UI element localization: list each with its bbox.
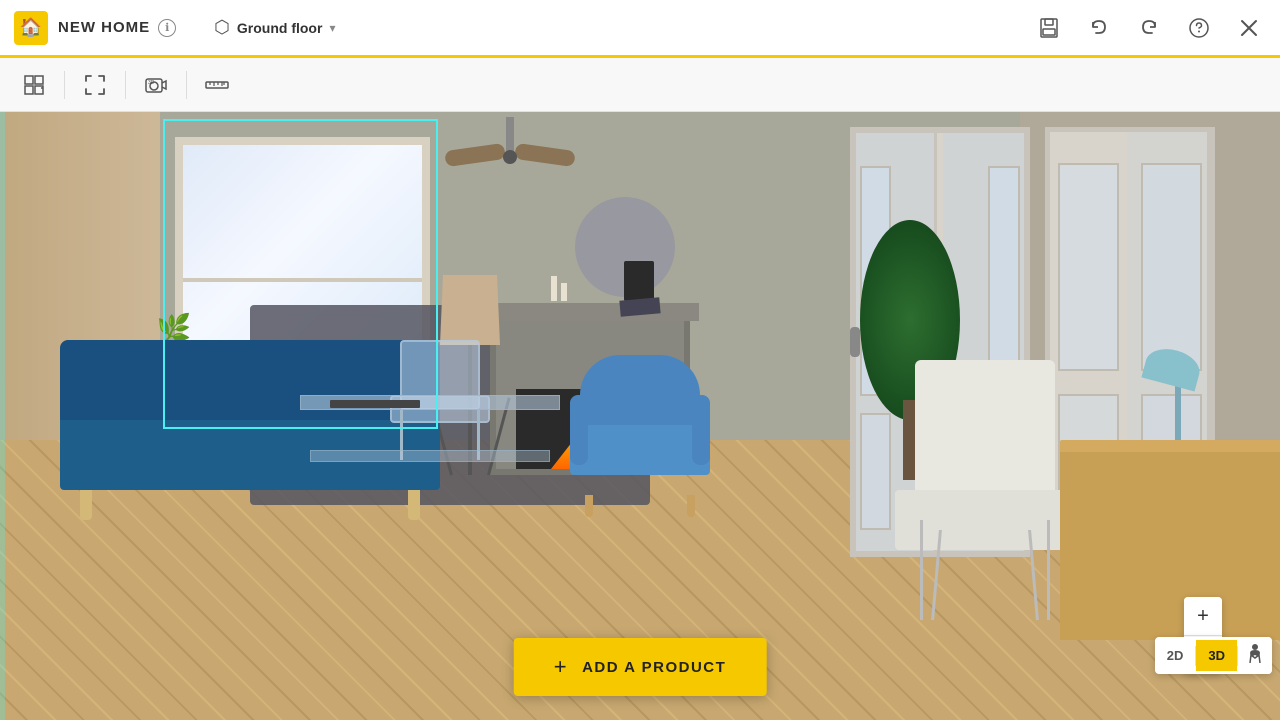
candle-1 (551, 276, 557, 301)
armchair-arm-left (570, 395, 588, 465)
desk-lamp-shade (1141, 343, 1203, 391)
candle-2 (561, 283, 567, 301)
plus-icon: + (554, 654, 568, 680)
armchair-leg-left (585, 495, 593, 517)
armchair-seat (570, 425, 710, 475)
coffee-table (300, 395, 560, 495)
floor-plan-icon: ⬡ (214, 17, 230, 38)
mantel-vase (624, 261, 654, 301)
fireplace-mantel (481, 303, 699, 321)
person-view-button[interactable] (1238, 637, 1272, 674)
floor-selector[interactable]: ⬡ Ground floor ▾ (204, 12, 345, 43)
grid-tool-button[interactable] (14, 65, 54, 105)
measure-tool-button[interactable] (197, 65, 237, 105)
desk (1060, 440, 1280, 640)
desk-lamp (1135, 350, 1225, 440)
sofa-leg-left (80, 490, 92, 520)
toolbar: 3D (0, 58, 1280, 112)
toolbar-separator-2 (125, 71, 126, 99)
room-wrapper: 🌿 (0, 112, 1280, 720)
fan-blades (445, 147, 575, 172)
fan-center (503, 150, 517, 164)
fan-blade-right (514, 143, 576, 167)
white-chair (895, 360, 1075, 620)
laptop (330, 400, 420, 408)
view-2d-button[interactable]: 2D (1155, 640, 1196, 671)
app-title: NEW HOME (58, 19, 150, 36)
close-button[interactable] (1232, 11, 1266, 45)
view-3d-button[interactable]: 3D (1196, 640, 1237, 671)
toolbar-separator-1 (64, 71, 65, 99)
floor-label: Ground floor (237, 20, 323, 36)
3d-scene[interactable]: 🌿 (0, 112, 1280, 720)
view-mode-toggle: 2D 3D (1155, 637, 1272, 674)
undo-button[interactable] (1082, 11, 1116, 45)
armchair-leg-right (687, 495, 695, 517)
wall-corner-hint (0, 112, 5, 720)
coffee-table-shelf (310, 450, 550, 462)
armchair-arm-right (692, 395, 710, 465)
app-logo: 🏠 (14, 11, 48, 45)
white-chair-leg-fl (920, 520, 923, 620)
top-bar: 🏠 NEW HOME ℹ ⬡ Ground floor ▾ (0, 0, 1280, 58)
desk-lamp-pole (1175, 380, 1181, 440)
redo-button[interactable] (1132, 11, 1166, 45)
blue-armchair (570, 355, 710, 495)
zoom-in-button[interactable]: + (1184, 597, 1222, 635)
fan-blade-left (444, 143, 506, 167)
lamp-shade (440, 275, 500, 345)
white-chair-leg-fr (1047, 520, 1050, 620)
add-product-label: ADD A PRODUCT (582, 659, 726, 676)
fullscreen-tool-button[interactable] (75, 65, 115, 105)
svg-text:3D: 3D (148, 80, 155, 86)
topbar-actions (1032, 11, 1266, 45)
info-icon[interactable]: ℹ (158, 19, 176, 37)
camera-tool-button[interactable]: 3D (136, 65, 176, 105)
toolbar-separator-3 (186, 71, 187, 99)
chevron-down-icon: ▾ (329, 21, 335, 35)
desk-top (1060, 440, 1280, 452)
person-icon (1248, 643, 1262, 663)
save-button[interactable] (1032, 11, 1066, 45)
ceiling-fan (430, 117, 590, 177)
add-product-button[interactable]: + ADD A PRODUCT (514, 638, 767, 696)
help-button[interactable] (1182, 11, 1216, 45)
